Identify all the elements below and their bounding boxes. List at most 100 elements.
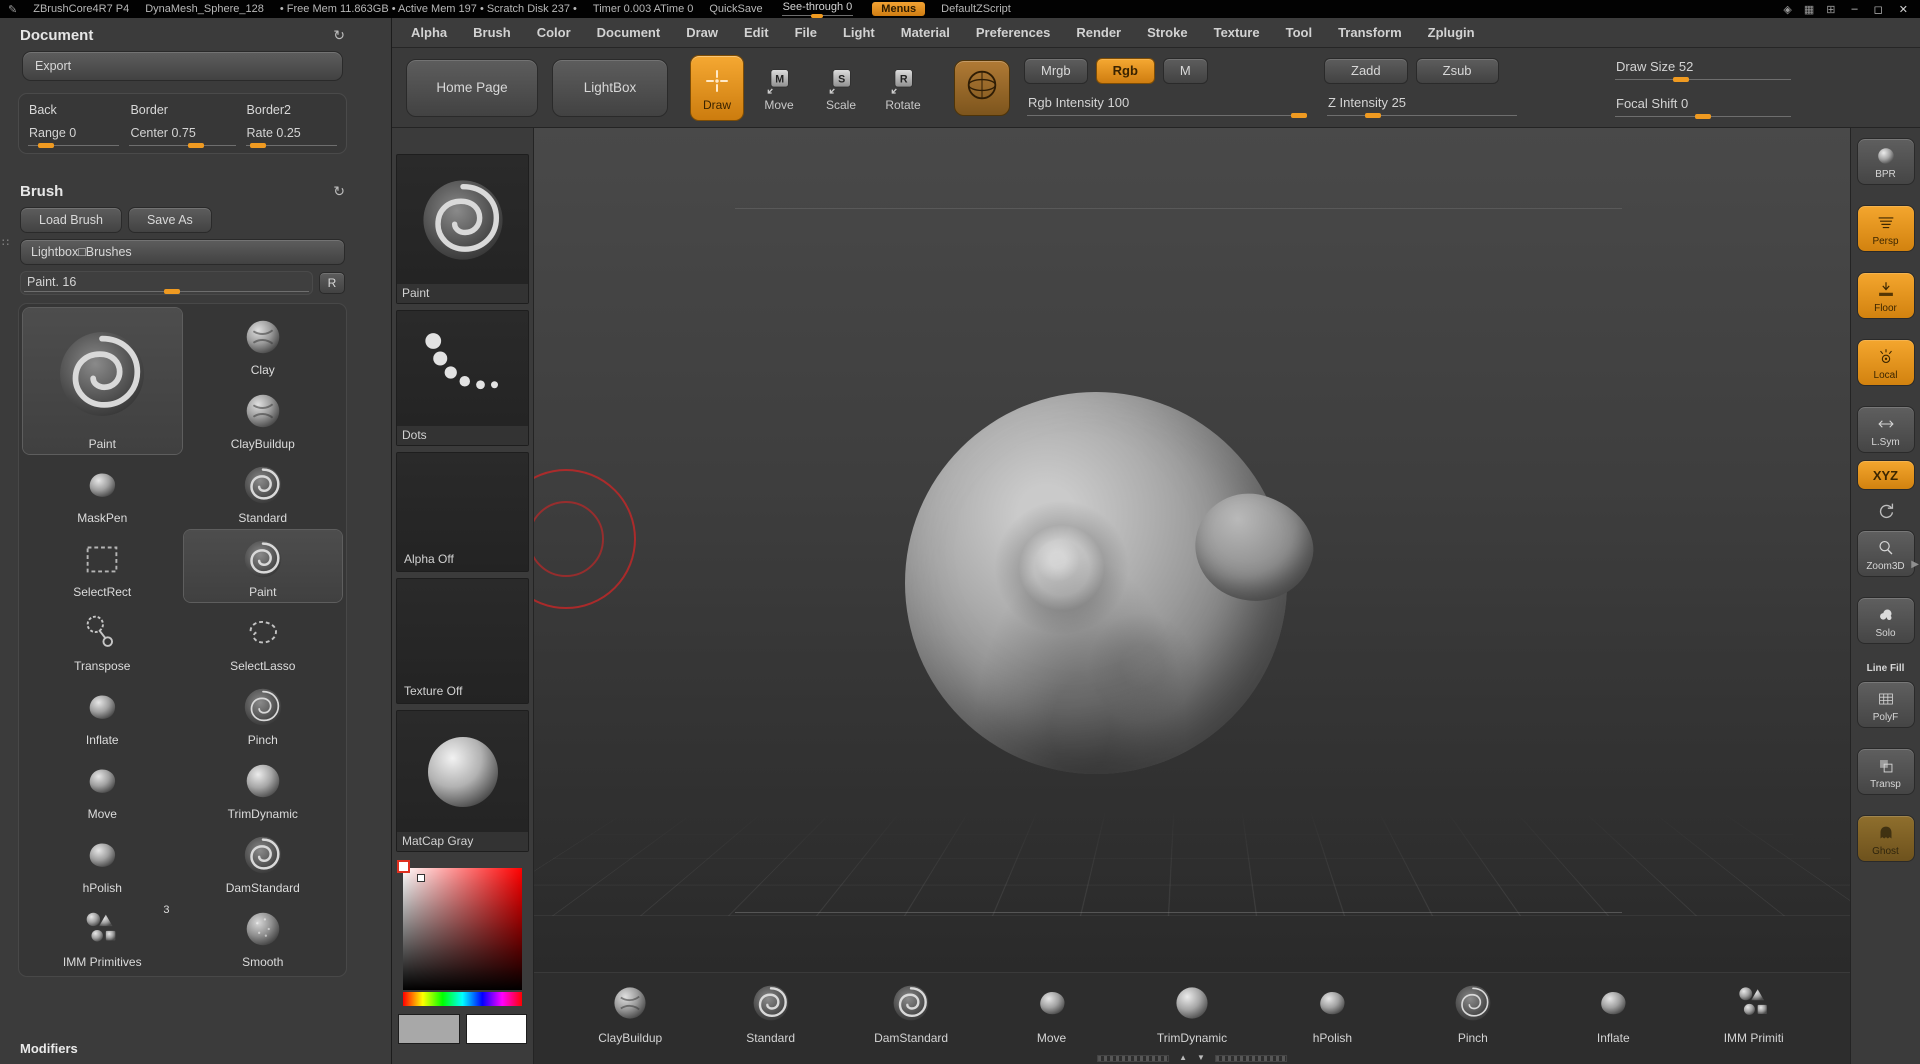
slider-handle[interactable] — [164, 289, 180, 294]
brush-tile-claybuildup[interactable]: ClayBuildup — [184, 382, 343, 454]
slider-handle[interactable] — [1365, 113, 1381, 118]
border-button[interactable]: Border — [126, 99, 238, 121]
drag-handle-icon[interactable] — [2, 236, 9, 249]
menu-item-edit[interactable]: Edit — [733, 22, 780, 43]
right-tray-l-sym-button[interactable]: L.Sym — [1857, 406, 1915, 453]
menu-item-brush[interactable]: Brush — [462, 22, 522, 43]
shelf-brush-inflate[interactable]: Inflate — [1552, 981, 1674, 1045]
material-well[interactable]: MatCap Gray — [396, 710, 529, 852]
brush-tile-maskpen[interactable]: MaskPen — [23, 456, 182, 528]
border2-button[interactable]: Border2 — [243, 99, 340, 121]
right-tray-bpr-button[interactable]: BPR — [1857, 138, 1915, 185]
zadd-button[interactable]: Zadd — [1324, 58, 1408, 84]
slider-handle[interactable] — [1673, 77, 1689, 82]
home-page-button[interactable]: Home Page — [406, 59, 538, 117]
brush-tile-transpose[interactable]: Transpose — [23, 604, 182, 676]
right-tray-zoom3d-button[interactable]: Zoom3D — [1857, 530, 1915, 577]
r-reset-button[interactable]: R — [319, 272, 345, 294]
shelf-brush-standard[interactable]: Standard — [710, 981, 832, 1045]
quicksave-button[interactable]: QuickSave — [709, 3, 762, 15]
brush-tile-inflate[interactable]: Inflate — [23, 678, 182, 750]
see-through-slider[interactable]: See-through 0 — [779, 1, 857, 18]
new-window-icon[interactable] — [1826, 3, 1835, 16]
mrgb-button[interactable]: Mrgb — [1024, 58, 1088, 84]
modifiers-section-label[interactable]: Modifiers — [18, 1035, 347, 1058]
brush-size-slider[interactable]: Paint. 16 — [20, 271, 313, 295]
m-button[interactable]: M — [1163, 58, 1208, 84]
range-slider[interactable]: Range 0 — [25, 124, 122, 148]
menu-item-alpha[interactable]: Alpha — [400, 22, 458, 43]
shelf-brush-move[interactable]: Move — [991, 981, 1113, 1045]
scroll-hatch-left[interactable] — [1097, 1055, 1169, 1062]
brush-tile-standard[interactable]: Standard — [184, 456, 343, 528]
right-tray-spin-icon-button[interactable] — [1857, 497, 1915, 523]
right-tray-persp-button[interactable]: Persp — [1857, 205, 1915, 252]
right-tray-polyf-button[interactable]: PolyF — [1857, 681, 1915, 728]
grid-icon[interactable] — [1804, 3, 1814, 16]
z-intensity-slider[interactable]: Z Intensity 25 — [1324, 93, 1520, 118]
picker-handle[interactable] — [417, 874, 425, 882]
shelf-brush-pinch[interactable]: Pinch — [1412, 981, 1534, 1045]
refresh-icon[interactable] — [333, 27, 345, 44]
brush-tile-imm-primitives[interactable]: 3IMM Primitives — [23, 900, 182, 972]
brush-tile-selectrect[interactable]: SelectRect — [23, 530, 182, 602]
expand-right-tray-arrow[interactable] — [1911, 559, 1919, 570]
brush-tile-hpolish[interactable]: hPolish — [23, 826, 182, 898]
brush-tile-damstandard[interactable]: DamStandard — [184, 826, 343, 898]
close-button[interactable]: ✕ — [1899, 3, 1908, 16]
refresh-icon[interactable] — [333, 183, 345, 200]
menu-item-transform[interactable]: Transform — [1327, 22, 1413, 43]
center-slider[interactable]: Center 0.75 — [126, 124, 238, 148]
hue-strip[interactable] — [403, 992, 522, 1006]
draw-size-slider[interactable]: Draw Size 52 — [1612, 57, 1794, 82]
menus-toggle[interactable]: Menus — [872, 2, 925, 16]
shelf-brush-damstandard[interactable]: DamStandard — [850, 981, 972, 1045]
shelf-brush-hpolish[interactable]: hPolish — [1271, 981, 1393, 1045]
scroll-down-icon[interactable] — [1197, 1054, 1205, 1062]
brush-tile-move[interactable]: Move — [23, 752, 182, 824]
slider-handle[interactable] — [811, 14, 823, 18]
lightbox-button[interactable]: LightBox — [552, 59, 668, 117]
focal-shift-slider[interactable]: Focal Shift 0 — [1612, 94, 1794, 119]
slider-handle[interactable] — [38, 143, 54, 148]
menu-item-document[interactable]: Document — [586, 22, 672, 43]
save-as-button[interactable]: Save As — [128, 207, 212, 233]
rgb-intensity-slider[interactable]: Rgb Intensity 100 — [1024, 93, 1310, 118]
scale-mode-button[interactable]: SScale — [814, 55, 868, 121]
move-mode-button[interactable]: MMove — [752, 55, 806, 121]
export-button[interactable]: Export — [22, 51, 343, 81]
menu-item-material[interactable]: Material — [890, 22, 961, 43]
menu-item-zplugin[interactable]: Zplugin — [1417, 22, 1486, 43]
brush-panel-header[interactable]: Brush — [18, 178, 347, 205]
alpha-well[interactable]: Alpha Off — [396, 452, 529, 572]
slider-handle[interactable] — [250, 143, 266, 148]
current-material-button[interactable] — [954, 60, 1010, 116]
maximize-button[interactable]: ◻ — [1874, 3, 1883, 16]
menu-item-tool[interactable]: Tool — [1275, 22, 1323, 43]
slider-handle[interactable] — [188, 143, 204, 148]
brush-tile-trimdynamic[interactable]: TrimDynamic — [184, 752, 343, 824]
shelf-scroll-control[interactable] — [1097, 1054, 1287, 1062]
right-tray-xyz-button[interactable]: XYZ — [1857, 460, 1915, 490]
right-tray-solo-button[interactable]: Solo — [1857, 597, 1915, 644]
right-tray-transp-button[interactable]: Transp — [1857, 748, 1915, 795]
lightbox-brushes-button[interactable]: Lightbox□Brushes — [20, 239, 345, 265]
zsub-button[interactable]: Zsub — [1416, 58, 1499, 84]
brush-tile-smooth[interactable]: Smooth — [184, 900, 343, 972]
right-tray-floor-button[interactable]: Floor — [1857, 272, 1915, 319]
brush-tile-clay[interactable]: Clay — [184, 308, 343, 380]
rgb-button[interactable]: Rgb — [1096, 58, 1155, 84]
scroll-hatch-right[interactable] — [1215, 1055, 1287, 1062]
scroll-up-icon[interactable] — [1179, 1054, 1187, 1062]
slider-handle[interactable] — [1291, 113, 1307, 118]
active-brush-well[interactable]: Paint — [396, 154, 529, 304]
texture-well[interactable]: Texture Off — [396, 578, 529, 704]
right-tray-local-button[interactable]: Local — [1857, 339, 1915, 386]
saturation-value-area[interactable] — [403, 868, 522, 990]
rotate-mode-button[interactable]: RRotate — [876, 55, 930, 121]
sculpt-mesh-sphere[interactable] — [905, 392, 1287, 774]
secondary-color-swatch[interactable] — [398, 1014, 460, 1044]
menu-item-light[interactable]: Light — [832, 22, 886, 43]
minimize-button[interactable]: – — [1852, 3, 1858, 16]
menu-item-color[interactable]: Color — [526, 22, 582, 43]
